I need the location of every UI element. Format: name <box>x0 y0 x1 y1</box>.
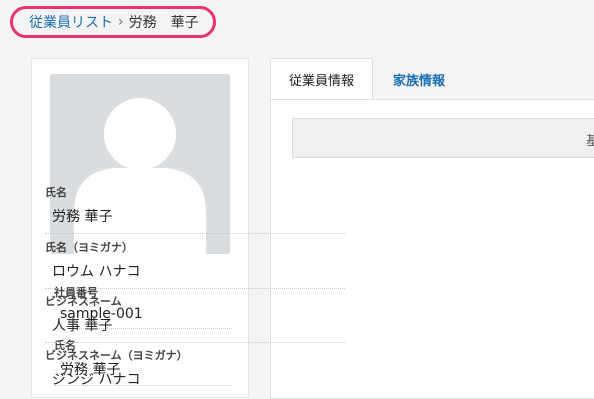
divider <box>45 342 345 343</box>
detail-business-name-label: ビジネスネーム <box>45 295 122 308</box>
detail-name-value: 労務 華子 <box>52 209 113 225</box>
tab-family-info[interactable]: 家族情報 <box>378 58 460 100</box>
section-header-text: 基 <box>585 134 594 149</box>
detail-business-name-field: ビジネスネーム 人事 華子 <box>45 293 345 343</box>
breadcrumb-employee-list-link[interactable]: 従業員リスト <box>29 12 113 32</box>
divider <box>45 288 345 289</box>
section-header: 基 <box>292 118 594 158</box>
detail-business-name-kana-label: ビジネスネーム（ヨミガナ） <box>45 349 188 362</box>
detail-name-field: 氏名 労務 華子 <box>45 184 345 234</box>
tab-employee-info[interactable]: 従業員情報 <box>270 58 373 100</box>
breadcrumb-current: 労務 華子 <box>128 15 199 31</box>
detail-business-name-value: 人事 華子 <box>52 318 113 334</box>
detail-name-kana-value: ロウム ハナコ <box>52 264 141 280</box>
breadcrumb: 従業員リスト › 労務 華子 <box>10 6 216 38</box>
divider <box>45 233 345 234</box>
detail-business-name-kana-value: ジンジ ハナコ <box>52 372 141 388</box>
chevron-right-icon: › <box>118 14 124 30</box>
detail-name-label: 氏名 <box>45 186 67 199</box>
detail-business-name-kana-field: ビジネスネーム（ヨミガナ） ジンジ ハナコ <box>45 347 345 389</box>
detail-name-kana-label: 氏名（ヨミガナ） <box>45 241 133 254</box>
detail-name-kana-field: 氏名（ヨミガナ） ロウム ハナコ <box>45 239 345 289</box>
